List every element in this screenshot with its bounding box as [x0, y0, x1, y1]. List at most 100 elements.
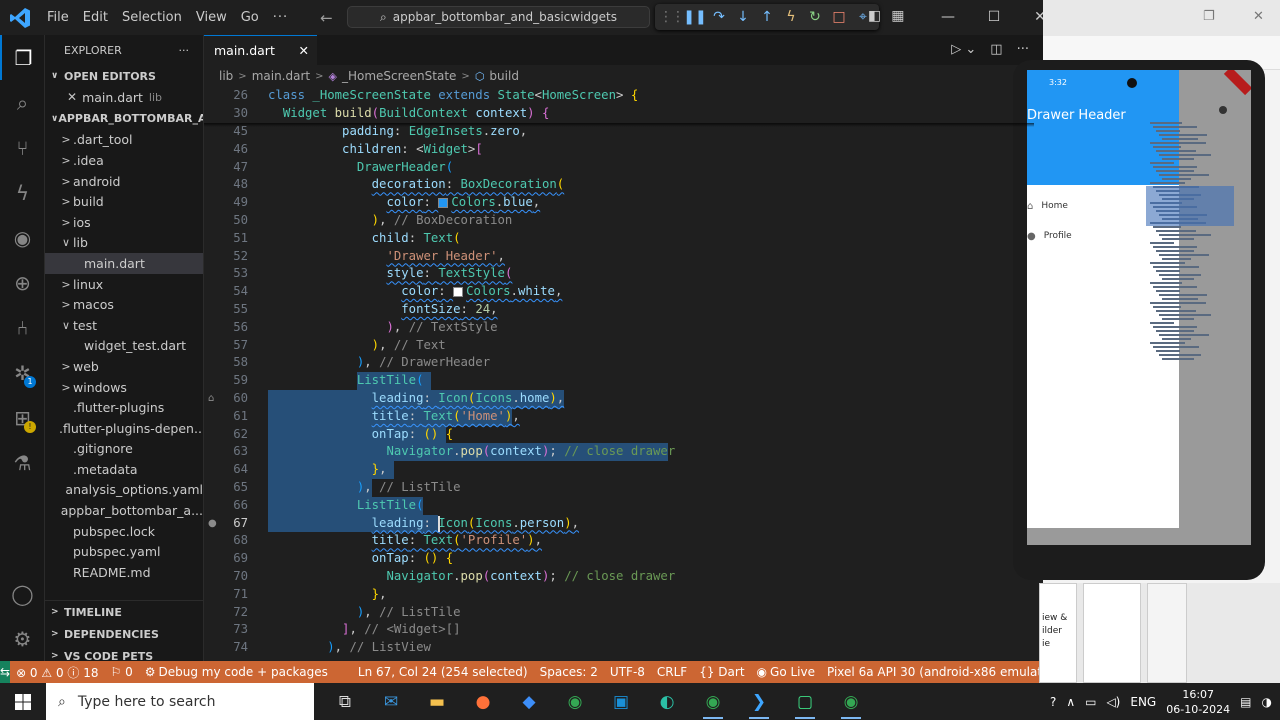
- menu-go[interactable]: Go: [234, 0, 266, 35]
- more-actions-icon[interactable]: ···: [179, 44, 190, 57]
- source-control-icon[interactable]: ⑂: [0, 125, 45, 170]
- close-tab-icon[interactable]: ✕: [299, 43, 309, 58]
- tree-folder[interactable]: ∨ lib: [45, 233, 203, 254]
- tree-file[interactable]: appbar_bottombar_a...: [45, 500, 203, 521]
- tree-folder[interactable]: > .idea: [45, 150, 203, 171]
- menu-edit[interactable]: Edit: [76, 0, 115, 35]
- step-over-icon[interactable]: ↷: [707, 9, 731, 25]
- tree-file[interactable]: analysis_options.yaml: [45, 480, 203, 501]
- remote-explorer-icon[interactable]: ⊕: [0, 260, 45, 305]
- breadcrumb-file[interactable]: main.dart: [252, 69, 310, 83]
- timeline-section[interactable]: > TIMELINE: [45, 601, 203, 623]
- step-out-icon[interactable]: ↑: [755, 9, 779, 25]
- remote-indicator-icon[interactable]: ⇆: [0, 661, 11, 683]
- android-studio-icon[interactable]: ▢: [782, 683, 828, 720]
- problems-status[interactable]: ⊗ 0 ⚠ 0 ⓘ 18: [10, 664, 104, 681]
- code-line[interactable]: 65 ), // ListTile: [204, 479, 944, 497]
- run-icon[interactable]: ▷ ⌄: [951, 42, 976, 57]
- maximize-icon[interactable]: ☐: [971, 0, 1017, 35]
- dropbox-icon[interactable]: ◆: [506, 683, 552, 720]
- tree-folder[interactable]: > ios: [45, 212, 203, 233]
- help-icon[interactable]: ?: [1050, 695, 1056, 709]
- debug-extension-icon[interactable]: ✲ 1: [0, 350, 45, 395]
- tree-folder[interactable]: ∨ test: [45, 315, 203, 336]
- code-area[interactable]: 26 class _HomeScreenState extends State<H…: [204, 87, 1034, 661]
- mysql-icon[interactable]: ▣: [598, 683, 644, 720]
- network-icon[interactable]: ▭: [1085, 695, 1096, 709]
- code-line[interactable]: 47 DrawerHeader(: [204, 159, 944, 177]
- ports-status[interactable]: ⚐ 0: [105, 665, 139, 679]
- tree-folder[interactable]: > .dart_tool: [45, 130, 203, 151]
- chrome-profile-m-icon[interactable]: ◉: [828, 683, 874, 720]
- code-line[interactable]: 59 ListTile(: [204, 372, 944, 390]
- start-button[interactable]: [0, 683, 46, 720]
- mail-icon[interactable]: ✉: [368, 683, 414, 720]
- code-line[interactable]: 72 ), // ListTile: [204, 604, 944, 622]
- emulator-restore-icon[interactable]: ❐: [1203, 9, 1215, 24]
- tree-file[interactable]: widget_test.dart: [45, 336, 203, 357]
- thumbnail-card[interactable]: [1083, 583, 1141, 683]
- chrome-profile-icon[interactable]: ◉: [690, 683, 736, 720]
- minimize-icon[interactable]: —: [925, 0, 971, 35]
- tree-folder[interactable]: > linux: [45, 274, 203, 295]
- dependencies-section[interactable]: > DEPENDENCIES: [45, 623, 203, 645]
- device-status[interactable]: Pixel 6a API 30 (android-x86 emulator): [821, 665, 1065, 679]
- tab-main-dart[interactable]: main.dart ✕: [204, 35, 317, 65]
- color-swatch-icon[interactable]: [453, 286, 464, 297]
- tree-file[interactable]: .flutter-plugins-depen...: [45, 418, 203, 439]
- extensions-grid-icon[interactable]: ⊞!: [0, 395, 45, 440]
- file-explorer-icon[interactable]: ▬: [414, 683, 460, 720]
- tree-folder[interactable]: > build: [45, 191, 203, 212]
- toggle-sidebar-icon[interactable]: ◧: [868, 8, 881, 24]
- tree-file[interactable]: main.dart: [45, 253, 203, 274]
- search-view-icon[interactable]: ⌕: [0, 80, 45, 125]
- emulator-close-icon[interactable]: ✕: [1253, 9, 1264, 24]
- code-line[interactable]: 71 },: [204, 586, 944, 604]
- show-hidden-icons-icon[interactable]: ∧: [1066, 695, 1075, 709]
- cursor-position-status[interactable]: Ln 67, Col 24 (254 selected): [352, 665, 534, 679]
- drag-handle-icon[interactable]: ⋮⋮: [659, 9, 685, 25]
- open-editor-item[interactable]: ✕ main.dart lib: [45, 87, 203, 108]
- language-indicator[interactable]: ENG: [1130, 695, 1156, 709]
- tree-folder[interactable]: > windows: [45, 377, 203, 398]
- extensions-icon[interactable]: ◉: [0, 215, 45, 260]
- explorer-icon[interactable]: ❐: [0, 35, 45, 80]
- tree-file[interactable]: README.md: [45, 562, 203, 583]
- customize-layout-icon[interactable]: ▦: [891, 8, 904, 24]
- testing-icon[interactable]: ⚗: [0, 440, 45, 485]
- vscode-taskbar-icon[interactable]: ❯: [736, 683, 782, 720]
- code-line[interactable]: 63 Navigator.pop(context); // close draw…: [204, 443, 944, 461]
- code-line[interactable]: 56 ), // TextStyle: [204, 319, 944, 337]
- tree-file[interactable]: pubspec.lock: [45, 521, 203, 542]
- code-line[interactable]: 51 child: Text(: [204, 230, 944, 248]
- tree-file[interactable]: .flutter-plugins: [45, 397, 203, 418]
- menu-more[interactable]: ···: [266, 0, 295, 35]
- color-swatch-icon[interactable]: [438, 197, 449, 208]
- sticky-scroll-line[interactable]: 26 class _HomeScreenState extends State<H…: [204, 87, 944, 105]
- code-line[interactable]: 58 ), // DrawerHeader: [204, 354, 944, 372]
- code-line[interactable]: 50 ), // BoxDecoration: [204, 212, 944, 230]
- taskbar-search[interactable]: ⌕ Type here to search: [46, 683, 314, 720]
- tree-file[interactable]: pubspec.yaml: [45, 541, 203, 562]
- code-line[interactable]: 66 ListTile(: [204, 497, 944, 515]
- pause-icon[interactable]: ❚❚: [683, 9, 707, 25]
- editor-more-icon[interactable]: ···: [1017, 42, 1029, 57]
- code-line[interactable]: 48 decoration: BoxDecoration(: [204, 176, 944, 194]
- hot-reload-icon[interactable]: ϟ: [779, 9, 803, 25]
- tree-file[interactable]: .gitignore: [45, 439, 203, 460]
- code-line[interactable]: 62 onTap: () {: [204, 426, 944, 444]
- code-line[interactable]: 61 title: Text('Home'),: [204, 408, 944, 426]
- edge-icon[interactable]: ◐: [644, 683, 690, 720]
- indentation-status[interactable]: Spaces: 2: [534, 665, 604, 679]
- thumbnail-card[interactable]: [1147, 583, 1187, 683]
- run-debug-icon[interactable]: ϟ: [0, 170, 45, 215]
- thumbnail-card[interactable]: iew & ilder ie: [1039, 583, 1077, 683]
- code-line[interactable]: 46 children: <Widget>[: [204, 141, 944, 159]
- split-editor-icon[interactable]: ◫: [990, 42, 1002, 57]
- close-editor-icon[interactable]: ✕: [67, 90, 77, 104]
- stop-icon[interactable]: □: [827, 9, 851, 25]
- volume-icon[interactable]: ◁): [1106, 695, 1120, 709]
- code-line[interactable]: 54 color: Colors.white,: [204, 283, 944, 301]
- minimap[interactable]: [1144, 122, 1234, 362]
- command-center[interactable]: ⌕ appbar_bottombar_and_basicwidgets: [347, 6, 650, 28]
